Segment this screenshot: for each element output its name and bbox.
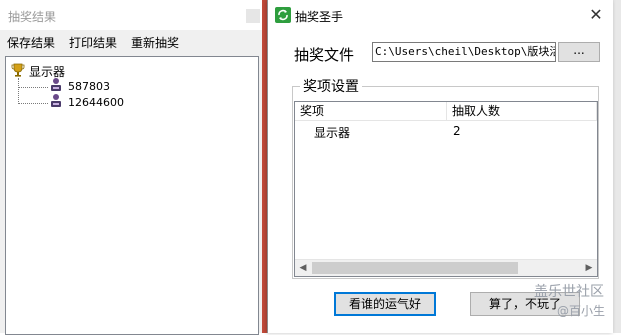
results-tree[interactable]: 显示器 587803 12644600 <box>5 56 259 335</box>
app-icon <box>275 7 291 23</box>
menu-print-results[interactable]: 打印结果 <box>69 34 117 51</box>
watermark-text: 盖乐世社区 <box>534 284 604 300</box>
results-window: 抽奖结果 保存结果 打印结果 重新抽奖 显示器 587803 12644600 <box>0 0 263 335</box>
scroll-right-icon[interactable]: ▶ <box>581 260 597 276</box>
dialog-title: 抽奖圣手 <box>295 10 344 24</box>
trophy-icon <box>11 63 25 77</box>
tree-connector <box>18 87 48 88</box>
menu-save-results[interactable]: 保存结果 <box>7 34 55 51</box>
file-path-field[interactable]: C:\Users\cheil\Desktop\版块活 <box>372 42 556 62</box>
draw-button[interactable]: 看谁的运气好 <box>334 292 436 316</box>
tree-connector <box>18 78 19 104</box>
dialog-titlebar[interactable]: 抽奖圣手 ✕ <box>268 0 613 30</box>
results-menubar: 保存结果 打印结果 重新抽奖 <box>0 31 262 51</box>
tree-child-label[interactable]: 12644600 <box>68 96 124 109</box>
menu-redraw[interactable]: 重新抽奖 <box>131 34 179 51</box>
prize-count-cell: 2 <box>453 124 461 138</box>
tree-connector <box>18 103 48 104</box>
results-window-title: 抽奖结果 <box>8 10 57 24</box>
person-icon <box>51 94 61 107</box>
scrollbar-thumb[interactable] <box>312 262 518 274</box>
results-titlebar[interactable]: 抽奖结果 <box>0 0 262 30</box>
close-icon[interactable]: ✕ <box>587 6 605 24</box>
file-label: 抽奖文件 <box>294 46 355 64</box>
results-window-control[interactable] <box>246 9 260 23</box>
prize-name-cell: 显示器 <box>314 126 351 140</box>
browse-button[interactable]: ... <box>558 42 600 62</box>
scroll-left-icon[interactable]: ◀ <box>295 260 311 276</box>
column-header-count[interactable]: 抽取人数 <box>447 102 597 120</box>
tree-child-label[interactable]: 587803 <box>68 80 110 93</box>
prize-list[interactable]: 奖项 抽取人数 显示器 2 ◀ ▶ <box>294 101 598 277</box>
table-row[interactable]: 显示器 2 <box>295 124 597 140</box>
person-icon <box>51 78 61 91</box>
column-header-prize[interactable]: 奖项 <box>295 102 447 120</box>
watermark-subtext: @百小生 <box>557 304 606 318</box>
prize-list-header: 奖项 抽取人数 <box>295 102 597 121</box>
horizontal-scrollbar[interactable]: ◀ ▶ <box>295 259 597 276</box>
prize-settings-label: 奖项设置 <box>300 76 362 96</box>
